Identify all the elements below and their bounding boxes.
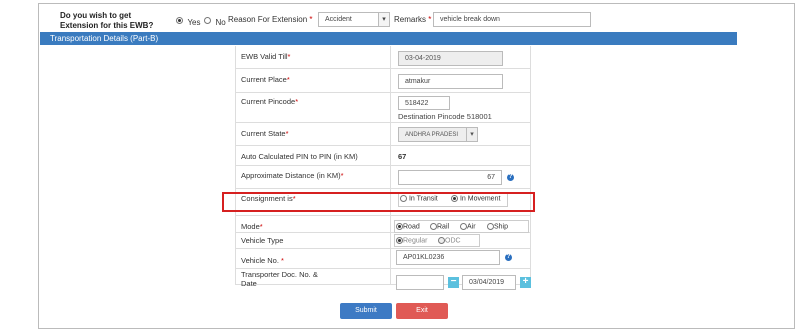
ewb-valid-till-label-text: EWB Valid Till (241, 52, 288, 61)
mode-rail-option[interactable]: Rail (430, 223, 449, 230)
mode-ship-option[interactable]: Ship (487, 223, 508, 230)
mode-label: Mode* (241, 222, 263, 231)
reason-label-text: Reason For Extension (228, 15, 308, 24)
required-marker: * (286, 75, 290, 84)
row-divider (235, 215, 530, 216)
date-increment-button[interactable]: + (520, 277, 531, 288)
chevron-down-icon[interactable]: ▾ (378, 13, 389, 26)
row-divider (235, 68, 530, 69)
extension-no-radio[interactable] (204, 17, 211, 25)
required-marker: * (295, 97, 299, 106)
auto-distance-value: 67 (398, 152, 407, 161)
exit-button[interactable]: Exit (396, 303, 448, 319)
transporter-doc-no-input[interactable] (396, 275, 444, 290)
mode-air-option[interactable]: Air (460, 223, 476, 230)
ewb-valid-till-field: 03-04-2019 (398, 51, 503, 66)
row-divider (235, 122, 530, 123)
vehicle-type-regular-option[interactable]: Regular (396, 237, 428, 244)
regular-radio[interactable] (396, 237, 403, 244)
table-border-right (530, 46, 531, 284)
auto-distance-label: Auto Calculated PIN to PIN (in KM) (241, 152, 358, 161)
mode-road-option[interactable]: Road (396, 223, 420, 230)
row-divider (235, 248, 530, 249)
ship-radio[interactable] (487, 223, 494, 230)
transporter-doc-label: Transporter Doc. No. & Date (241, 270, 318, 288)
approx-distance-input[interactable]: 67 (398, 170, 502, 185)
submit-button[interactable]: Submit (340, 303, 392, 319)
required-marker: * (281, 256, 284, 265)
current-pincode-input[interactable]: 518422 (398, 96, 450, 110)
extension-yes-radio[interactable] (176, 17, 183, 25)
row-divider (235, 92, 530, 93)
transporter-doc-date-input[interactable]: 03/04/2019 (462, 275, 516, 290)
vehicle-no-label-text: Vehicle No. (241, 256, 279, 265)
required-marker: * (428, 15, 432, 24)
remarks-label-text: Remarks (394, 15, 427, 24)
vehicle-type-label: Vehicle Type (241, 236, 284, 245)
required-marker: * (340, 171, 344, 180)
destination-pincode-note: Destination Pincode 518001 (398, 112, 492, 121)
chevron-down-icon: ▾ (466, 128, 477, 141)
mode-label-text: Mode (241, 222, 260, 231)
vehicle-type-odc-option[interactable]: ODC (438, 237, 461, 244)
current-place-input[interactable]: atmakur (398, 74, 503, 89)
extension-no-option[interactable]: No (204, 12, 226, 30)
row-divider (235, 268, 530, 269)
current-state-label-text: Current State (241, 129, 286, 138)
current-pincode-label-text: Current Pincode (241, 97, 296, 106)
current-state-label: Current State* (241, 129, 289, 138)
row-divider (235, 145, 530, 146)
odc-radio[interactable] (438, 237, 445, 244)
row-divider (235, 165, 530, 166)
ship-label: Ship (494, 223, 509, 231)
approx-distance-label-text: Approximate Distance (in KM) (241, 171, 341, 180)
section-header: Transportation Details (Part-B) (40, 32, 737, 45)
current-state-value: ANDHRA PRADESI (405, 132, 459, 138)
vehicle-no-input[interactable]: AP01KL0236 (396, 250, 500, 265)
required-marker: * (309, 15, 313, 24)
reason-label: Reason For Extension * (228, 15, 313, 24)
extension-no-label: No (215, 18, 226, 27)
required-marker: * (285, 129, 289, 138)
air-radio[interactable] (460, 223, 467, 230)
help-icon[interactable]: ? (505, 254, 512, 261)
transporter-doc-label-line2: Date (241, 279, 257, 288)
date-decrement-button[interactable]: − (448, 277, 459, 288)
remarks-input[interactable]: vehicle break down (433, 12, 591, 27)
extension-yes-label: Yes (187, 18, 201, 27)
air-label: Air (467, 223, 476, 231)
required-marker: * (287, 52, 291, 61)
current-place-label: Current Place* (241, 75, 290, 84)
current-state-select: ANDHRA PRADESI ▾ (398, 127, 478, 142)
transporter-doc-label-line1: Transporter Doc. No. & (241, 270, 318, 279)
road-radio[interactable] (396, 223, 403, 230)
ewb-valid-till-label: EWB Valid Till* (241, 52, 290, 61)
extension-yes-option[interactable]: Yes (176, 12, 201, 30)
help-icon[interactable]: ? (507, 174, 514, 181)
rail-label: Rail (437, 223, 450, 231)
regular-label: Regular (403, 237, 428, 245)
highlight-box (222, 192, 535, 212)
vehicle-no-label: Vehicle No. * (241, 256, 284, 265)
remarks-label: Remarks * (394, 15, 431, 24)
required-marker: * (259, 222, 263, 231)
reason-select[interactable]: Accident ▾ (318, 12, 390, 27)
row-divider (235, 188, 530, 189)
current-place-label-text: Current Place (241, 75, 287, 84)
extension-question: Do you wish to get Extension for this EW… (60, 11, 154, 30)
rail-radio[interactable] (430, 223, 437, 230)
current-pincode-label: Current Pincode* (241, 97, 298, 106)
reason-select-value: Accident (325, 16, 352, 23)
odc-label: ODC (445, 237, 461, 245)
approx-distance-label: Approximate Distance (in KM)* (241, 171, 344, 180)
road-label: Road (403, 223, 420, 231)
